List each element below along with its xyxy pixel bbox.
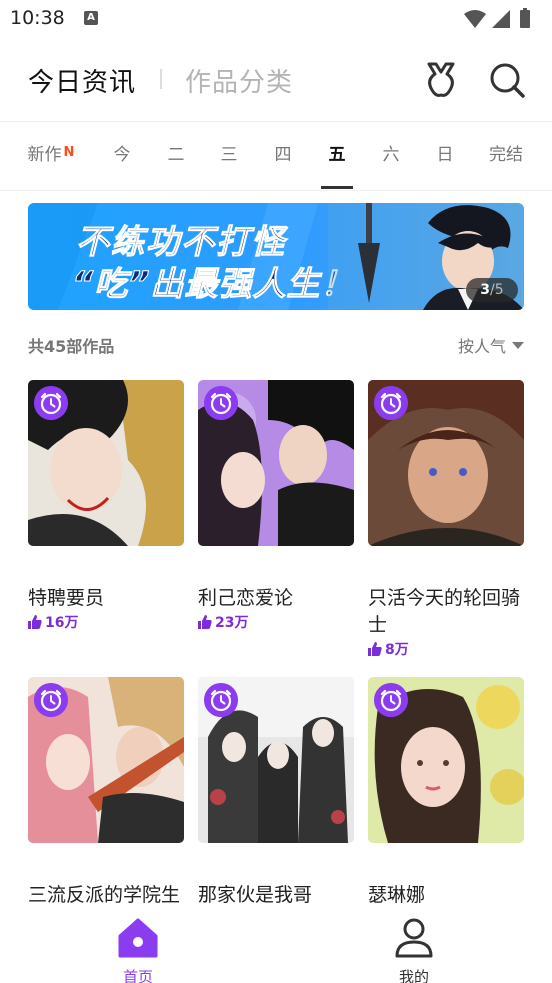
new-mark: N [63, 145, 75, 160]
work-cover [28, 677, 184, 843]
work-card[interactable]: 只活今天的轮回骑士 8万 [368, 380, 524, 670]
banner-headline-1: 不练功不打怪 [76, 222, 286, 262]
nav-me-label: 我的 [398, 968, 429, 983]
tab-new[interactable]: 新作 N [20, 122, 82, 190]
work-cover [198, 677, 354, 843]
tab-work-categories[interactable]: 作品分类 [185, 62, 293, 99]
status-time: 10:38 [10, 7, 65, 29]
work-cover [368, 380, 524, 546]
work-likes: 16万 [28, 612, 78, 632]
nav-home-label: 首页 [122, 968, 153, 983]
tab-new-label: 新作 [27, 145, 62, 165]
work-card[interactable]: 利己恋爱论 23万 [198, 380, 354, 640]
work-card[interactable]: 特聘要员 16万 [28, 380, 184, 640]
work-cover [28, 380, 184, 546]
tab-thursday[interactable]: 四 [263, 122, 303, 190]
caret-down-icon [512, 342, 524, 349]
tab-today-news[interactable]: 今日资讯 [28, 62, 136, 99]
status-bar: 10:38 A [0, 0, 552, 38]
work-card[interactable]: 三流反派的学院生 [28, 677, 184, 907]
thumbs-up-icon [368, 642, 382, 656]
bottom-nav: 首页 我的 [0, 904, 552, 983]
badge-icon [427, 62, 455, 97]
alarm-clock-icon [34, 386, 68, 420]
search-button[interactable] [486, 60, 528, 100]
wifi-icon [464, 10, 486, 28]
notification-icon: A [84, 11, 98, 25]
thumbs-up-icon [28, 615, 42, 629]
list-header: 共45部作品 按人气 [28, 333, 524, 357]
tab-tuesday[interactable]: 二 [156, 122, 196, 190]
work-likes-count: 23万 [215, 615, 249, 631]
work-likes-count: 16万 [45, 615, 79, 631]
alarm-clock-icon [374, 683, 408, 717]
work-card[interactable]: 那家伙是我哥 [198, 677, 354, 907]
work-card[interactable]: 瑟琳娜 [368, 677, 524, 907]
work-likes-count: 8万 [385, 642, 409, 658]
tab-today[interactable]: 今 [102, 122, 142, 190]
cellular-icon [492, 10, 510, 28]
home-icon [118, 918, 158, 958]
nav-me[interactable]: 我的 [374, 912, 454, 983]
nav-home[interactable]: 首页 [98, 912, 178, 983]
alarm-clock-icon [204, 386, 238, 420]
work-title: 只活今天的轮回骑士 [368, 587, 521, 636]
work-cover [198, 380, 354, 546]
tab-sunday[interactable]: 日 [425, 122, 465, 190]
badge-button[interactable] [420, 60, 462, 100]
top-header: 今日资讯 作品分类 [0, 48, 552, 112]
tab-friday[interactable]: 五 [317, 122, 357, 190]
thumbs-up-icon [198, 615, 212, 629]
sort-label: 按人气 [457, 337, 506, 356]
alarm-clock-icon [204, 683, 238, 717]
tab-completed[interactable]: 完结 [480, 122, 532, 190]
work-cover [368, 677, 524, 843]
banner-pager: 3/5 [466, 278, 518, 302]
banner-pager-total: 5 [494, 282, 504, 298]
work-title: 特聘要员 [28, 587, 105, 609]
tab-selected-indicator [321, 186, 353, 189]
work-title: 利己恋爱论 [198, 587, 294, 609]
person-icon [395, 918, 433, 958]
alarm-clock-icon [374, 386, 408, 420]
tab-saturday[interactable]: 六 [371, 122, 411, 190]
search-icon [490, 63, 525, 98]
system-icons [462, 8, 542, 34]
sort-dropdown[interactable]: 按人气 [458, 333, 524, 357]
work-likes: 23万 [198, 612, 248, 632]
works-count: 共45部作品 [28, 337, 115, 356]
tab-wednesday[interactable]: 三 [209, 122, 249, 190]
header-separator [160, 69, 162, 89]
day-tabs: 新作 N 今 二 三 四 五 六 日 完结 [0, 122, 552, 190]
banner-pager-current: 3 [480, 282, 491, 298]
banner-headline-2: “吃”出最强人生！ [72, 264, 355, 304]
work-likes: 8万 [368, 639, 409, 659]
tabs-divider [0, 190, 552, 191]
promo-banner[interactable]: 不练功不打怪 “吃”出最强人生！ 3/5 [28, 203, 524, 310]
battery-icon [520, 10, 530, 28]
alarm-clock-icon [34, 683, 68, 717]
